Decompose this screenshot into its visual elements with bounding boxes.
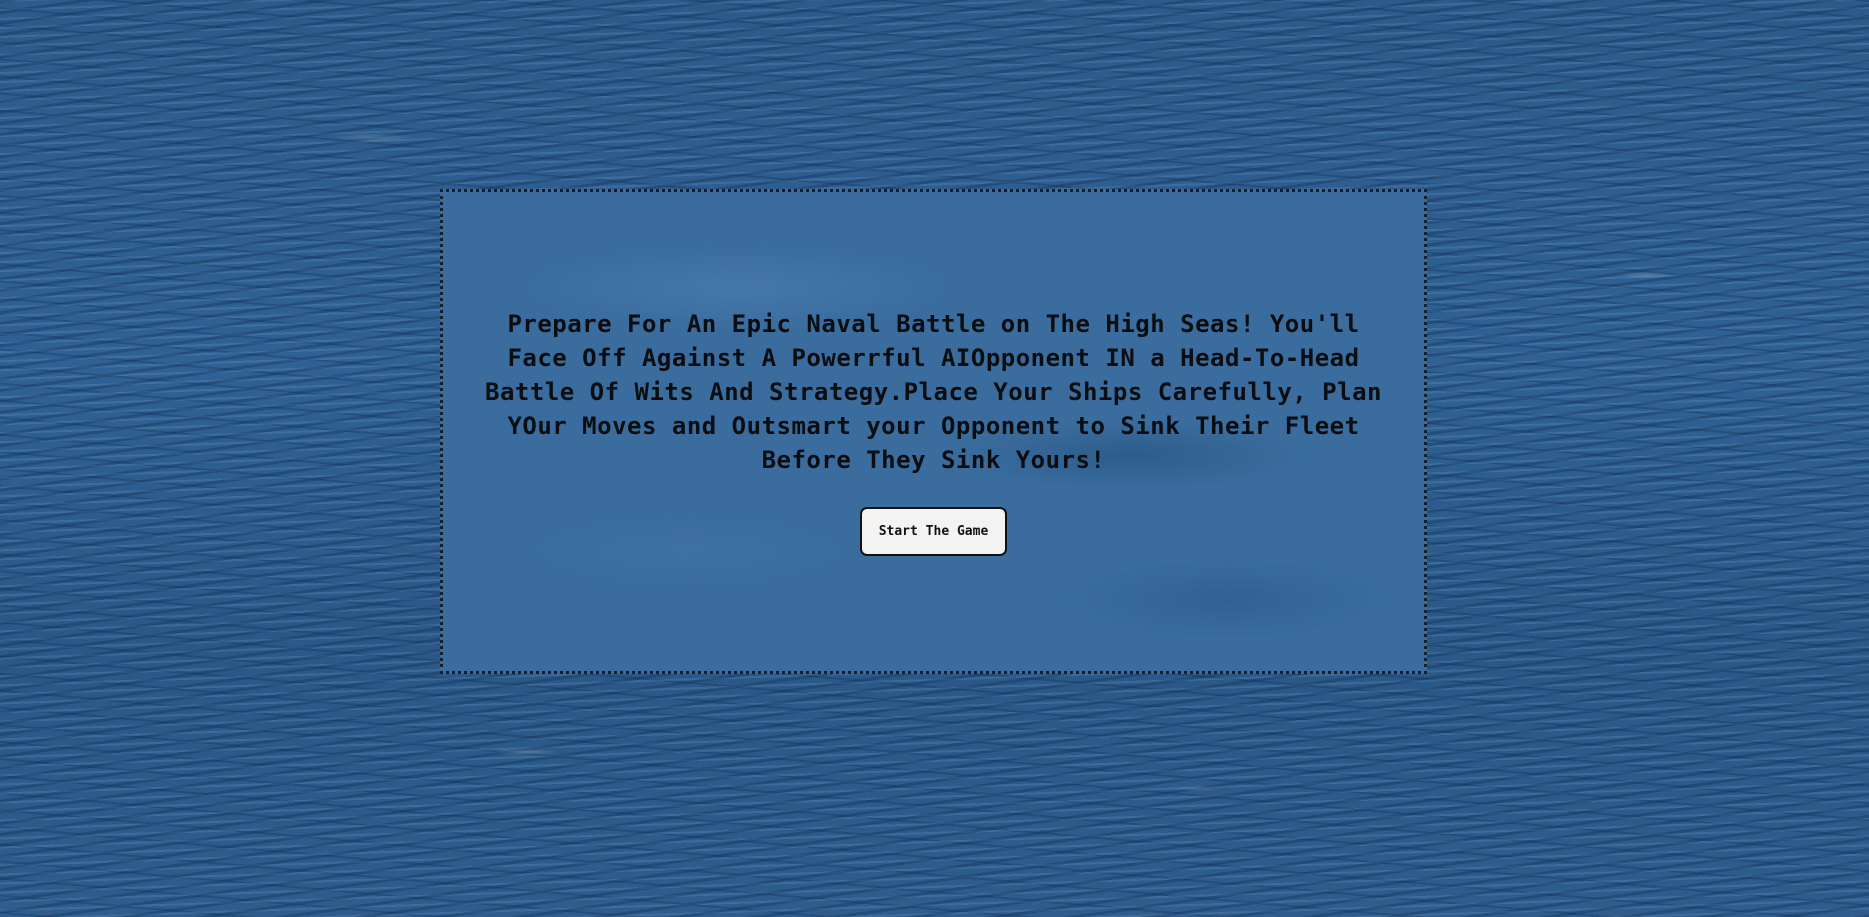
intro-text: Prepare For An Epic Naval Battle on The … [485, 310, 1382, 474]
start-game-button[interactable]: Start The Game [860, 507, 1007, 556]
intro-panel: Prepare For An Epic Naval Battle on The … [440, 189, 1427, 674]
